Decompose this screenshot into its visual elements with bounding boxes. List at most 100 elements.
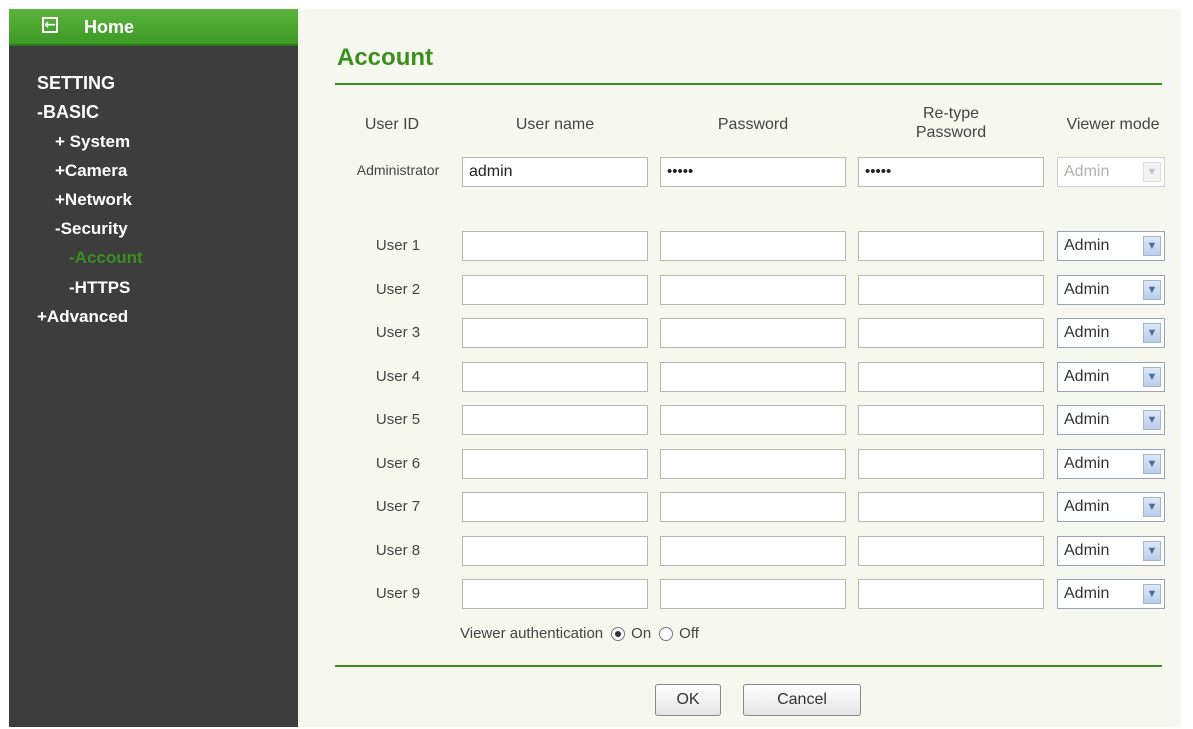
sidebar: ← Home SETTING -BASIC + System +Camera +… (9, 9, 298, 727)
user-viewer-mode-select[interactable]: Admin ▼ (1057, 579, 1165, 609)
user-username-field[interactable] (462, 275, 648, 305)
viewer-auth-off-label: Off (679, 625, 699, 642)
viewer-mode-value: Admin (1064, 455, 1110, 472)
user-password-field[interactable] (660, 449, 846, 479)
user-viewer-mode-select[interactable]: Admin ▼ (1057, 405, 1165, 435)
user-username-field[interactable] (462, 231, 648, 261)
user-viewer-mode-select[interactable]: Admin ▼ (1057, 275, 1165, 305)
viewer-mode-value: Admin (1064, 585, 1110, 602)
main-panel: Account User ID User name Password Re-ty… (298, 9, 1181, 727)
user-viewer-mode-select[interactable]: Admin ▼ (1057, 449, 1165, 479)
user-username-field[interactable] (462, 449, 648, 479)
user-username-field[interactable] (462, 318, 648, 348)
user-retype-field[interactable] (858, 231, 1044, 261)
user-viewer-mode-select[interactable]: Admin ▼ (1057, 492, 1165, 522)
user-viewer-mode-select[interactable]: Admin ▼ (1057, 362, 1165, 392)
user-label: User 1 (375, 237, 421, 254)
admin-retype-field[interactable]: ••••• (858, 157, 1044, 187)
nav-advanced[interactable]: +Advanced (37, 307, 128, 327)
header-retype-password: Re-type Password (915, 105, 987, 141)
user-label: User 3 (375, 324, 421, 341)
viewer-mode-value: Admin (1064, 237, 1110, 254)
viewer-authentication: Viewer authentication On Off (460, 625, 699, 642)
nav-account[interactable]: -Account (69, 248, 143, 268)
user-viewer-mode-select[interactable]: Admin ▼ (1057, 231, 1165, 261)
header-password: Password (717, 116, 789, 133)
chevron-down-icon: ▼ (1143, 584, 1161, 604)
viewer-mode-value: Admin (1064, 281, 1110, 298)
home-label: Home (84, 17, 135, 37)
user-password-field[interactable] (660, 405, 846, 435)
nav-security[interactable]: -Security (55, 219, 128, 239)
viewer-auth-on-radio[interactable] (611, 626, 626, 641)
user-retype-field[interactable] (858, 536, 1044, 566)
user-label: User 7 (375, 498, 421, 515)
chevron-down-icon: ▼ (1143, 323, 1161, 343)
nav-setting: SETTING (37, 73, 116, 93)
admin-password-field[interactable]: ••••• (660, 157, 846, 187)
user-username-field[interactable] (462, 362, 648, 392)
top-divider (335, 83, 1162, 85)
ok-button[interactable]: OK (655, 684, 721, 716)
user-retype-field[interactable] (858, 449, 1044, 479)
user-password-field[interactable] (660, 536, 846, 566)
header-user-id: User ID (364, 116, 420, 133)
viewer-auth-off-radio[interactable] (659, 626, 674, 641)
nav-basic[interactable]: -BASIC (37, 102, 99, 123)
nav-network[interactable]: +Network (55, 190, 132, 210)
chevron-down-icon: ▼ (1143, 280, 1161, 300)
app-frame: ← Home SETTING -BASIC + System +Camera +… (9, 9, 1181, 727)
viewer-auth-on-label: On (631, 625, 652, 642)
user-password-field[interactable] (660, 318, 846, 348)
user-password-field[interactable] (660, 275, 846, 305)
nav-system[interactable]: + System (55, 132, 130, 152)
viewer-mode-value: Admin (1064, 368, 1110, 385)
user-password-field[interactable] (660, 492, 846, 522)
nav-https[interactable]: -HTTPS (69, 278, 130, 298)
user-retype-field[interactable] (858, 405, 1044, 435)
chevron-down-icon: ▼ (1143, 454, 1161, 474)
user-retype-field[interactable] (858, 579, 1044, 609)
admin-label: Administrator (356, 162, 440, 178)
viewer-auth-label: Viewer authentication (460, 625, 604, 642)
admin-username-field[interactable]: admin (462, 157, 648, 187)
user-username-field[interactable] (462, 492, 648, 522)
chevron-down-icon: ▼ (1143, 541, 1161, 561)
viewer-mode-value: Admin (1064, 498, 1110, 515)
page-title: Account (337, 44, 433, 71)
nav-camera[interactable]: +Camera (55, 161, 127, 181)
user-label: User 4 (375, 368, 421, 385)
user-username-field[interactable] (462, 405, 648, 435)
chevron-down-icon: ▼ (1143, 162, 1161, 182)
user-viewer-mode-select[interactable]: Admin ▼ (1057, 536, 1165, 566)
admin-viewer-mode-select: Admin ▼ (1057, 157, 1165, 187)
user-viewer-mode-select[interactable]: Admin ▼ (1057, 318, 1165, 348)
user-retype-field[interactable] (858, 275, 1044, 305)
user-password-field[interactable] (660, 362, 846, 392)
user-password-field[interactable] (660, 231, 846, 261)
user-password-field[interactable] (660, 579, 846, 609)
admin-viewer-mode-value: Admin (1064, 163, 1110, 180)
user-retype-field[interactable] (858, 362, 1044, 392)
user-username-field[interactable] (462, 536, 648, 566)
viewer-mode-value: Admin (1064, 411, 1110, 428)
viewer-mode-value: Admin (1064, 542, 1110, 559)
user-label: User 2 (375, 281, 421, 298)
user-label: User 6 (375, 455, 421, 472)
back-arrow-icon: ← (42, 17, 58, 33)
chevron-down-icon: ▼ (1143, 367, 1161, 387)
user-retype-field[interactable] (858, 492, 1044, 522)
home-link[interactable]: ← Home (9, 9, 298, 46)
user-label: User 8 (375, 542, 421, 559)
user-username-field[interactable] (462, 579, 648, 609)
chevron-down-icon: ▼ (1143, 236, 1161, 256)
cancel-button[interactable]: Cancel (743, 684, 861, 716)
user-retype-field[interactable] (858, 318, 1044, 348)
user-label: User 5 (375, 411, 421, 428)
chevron-down-icon: ▼ (1143, 410, 1161, 430)
viewer-mode-value: Admin (1064, 324, 1110, 341)
chevron-down-icon: ▼ (1143, 497, 1161, 517)
user-label: User 9 (375, 585, 421, 602)
bottom-divider (335, 665, 1162, 667)
header-user-name: User name (515, 116, 595, 133)
